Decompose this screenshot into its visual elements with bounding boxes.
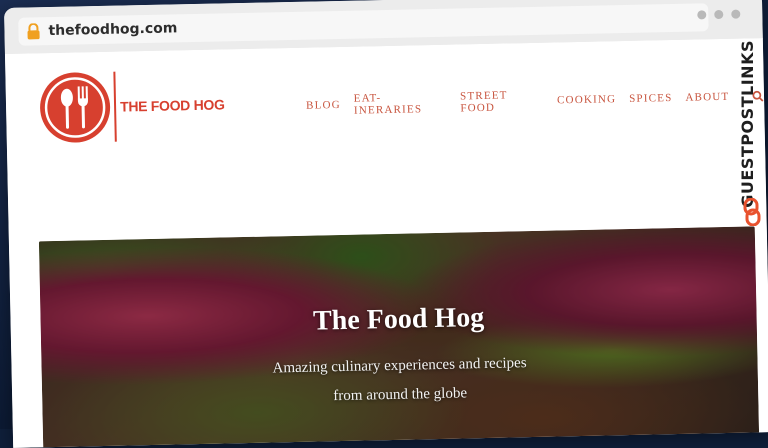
window-dot[interactable] <box>697 10 707 20</box>
url-text: thefoodhog.com <box>48 20 178 40</box>
nav-item-about[interactable]: ABOUT <box>685 91 729 104</box>
lock-icon <box>26 22 40 40</box>
logo-text: THE FOOD HOG <box>119 96 225 115</box>
hero-banner: The Food Hog Amazing culinary experience… <box>38 226 760 448</box>
window-dot[interactable] <box>714 9 724 20</box>
main-nav: BLOG EAT-INERARIES STREET FOOD COOKING S… <box>306 84 764 118</box>
nav-item-eat-ineraries[interactable]: EAT-INERARIES <box>354 91 448 117</box>
address-bar[interactable]: thefoodhog.com <box>18 3 709 46</box>
logo-divider <box>113 71 117 142</box>
nav-item-spices[interactable]: SPICES <box>629 92 673 105</box>
link-chain-icon <box>743 198 761 226</box>
nav-item-cooking[interactable]: COOKING <box>557 93 616 106</box>
logo-emblem-icon <box>40 72 111 143</box>
nav-item-blog[interactable]: BLOG <box>306 99 341 112</box>
web-page: THE FOOD HOG BLOG EAT-INERARIES STREET F… <box>4 38 768 448</box>
watermark-text: GUESTPOSTLINKS <box>738 40 757 208</box>
browser-window: thefoodhog.com THE FOOD HOG BLOG EAT-INE… <box>4 0 768 448</box>
site-logo[interactable]: THE FOOD HOG <box>37 67 225 145</box>
window-dot[interactable] <box>731 9 741 19</box>
nav-item-street-food[interactable]: STREET FOOD <box>460 89 544 114</box>
window-controls <box>697 9 741 20</box>
